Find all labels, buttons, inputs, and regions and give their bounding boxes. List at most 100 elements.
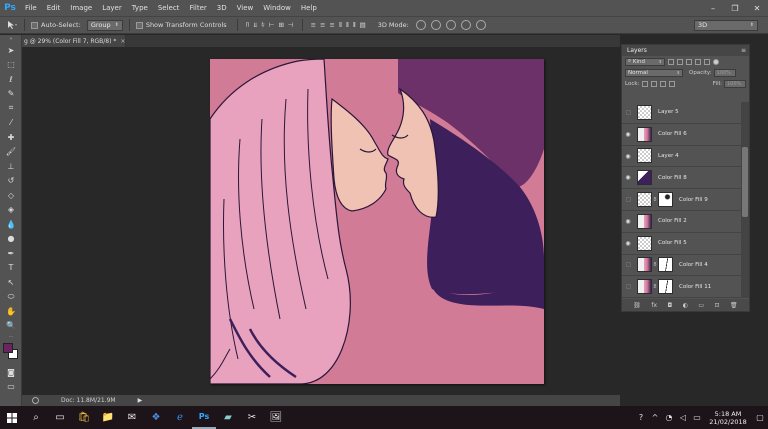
lock-all-icon[interactable] [669,80,676,87]
notes-icon[interactable]: ▰ [216,406,240,429]
battery-icon[interactable]: ▭ [690,406,704,429]
filter-adjustment-icon[interactable] [677,58,683,65]
menu-file[interactable]: File [20,0,42,16]
eyedropper-tool-icon[interactable]: ⁄ [0,116,22,131]
document-tab[interactable]: g @ 29% (Color Fill 7, RGB/8) * × [22,35,126,47]
distribute-vcenter-icon[interactable]: ≡ [320,21,325,29]
distribute-hcenter-icon[interactable]: ⦀ [346,21,349,30]
marquee-tool-icon[interactable]: ⬚ [0,58,22,73]
layer-row[interactable]: 8 Color Fill 9 [622,189,742,211]
menu-image[interactable]: Image [65,0,97,16]
status-menu-arrow-icon[interactable]: ▶ [138,397,143,404]
dropbox-icon[interactable]: ❖ [144,406,168,429]
dodge-tool-icon[interactable]: ● [0,232,22,247]
align-hcenter-icon[interactable]: ⊞ [278,21,283,29]
path-selection-tool-icon[interactable]: ↖ [0,275,22,290]
volume-icon[interactable]: ◁ [676,406,690,429]
panel-menu-icon[interactable]: ≡ [741,47,746,54]
distribute-left-icon[interactable]: ⦀ [339,21,342,30]
layer-row[interactable]: ◉ Layer 4 [622,145,742,168]
edge-icon[interactable]: ℯ [168,406,192,429]
menu-window[interactable]: Window [258,0,296,16]
type-tool-icon[interactable]: T [0,261,22,276]
move-tool-icon[interactable]: ➤ [0,43,22,58]
restore-button[interactable]: ❐ [724,0,746,16]
filter-pixel-icon[interactable] [668,58,674,65]
filter-smart-object-icon[interactable] [704,58,710,65]
layer-row[interactable]: ◉ Color Fill 6 [622,123,742,146]
tools-collapse-icon[interactable]: » [0,35,22,43]
eye-icon[interactable]: ◉ [622,124,634,145]
crop-tool-icon[interactable]: ⌗ [0,101,22,116]
auto-select-target[interactable]: Group ⬍ [86,19,123,31]
eye-icon[interactable]: ◉ [622,146,634,167]
filter-type-icon[interactable] [686,58,692,65]
roll-3d-icon[interactable] [430,20,441,30]
layers-tab[interactable]: Layers [625,47,649,54]
workspace-switcher[interactable]: 3D ⬍ [694,19,758,31]
align-top-icon[interactable]: ⫪ [246,21,250,30]
scale-3d-icon[interactable] [475,20,486,30]
mail-icon[interactable]: ✉ [120,406,144,429]
document-tab-close-icon[interactable]: × [120,38,125,45]
eye-hidden-icon[interactable] [622,189,634,210]
filter-shape-icon[interactable] [695,58,701,65]
layer-row[interactable]: ◉ Color Fill 2 [622,210,742,233]
menu-filter[interactable]: Filter [184,0,211,16]
scrollbar-thumb[interactable] [742,147,748,217]
align-left-icon[interactable]: ⊢ [269,21,275,29]
menu-type[interactable]: Type [127,0,153,16]
history-brush-tool-icon[interactable]: ↺ [0,174,22,189]
layer-style-icon[interactable]: fx [651,302,657,309]
auto-align-icon[interactable]: ▤ [360,21,366,29]
slide-3d-icon[interactable] [460,20,471,30]
layer-row[interactable]: Layer 5 [622,102,742,124]
distribute-top-icon[interactable]: ≡ [311,21,316,29]
distribute-right-icon[interactable]: ⦀ [353,21,356,30]
eye-hidden-icon[interactable] [622,254,634,275]
eye-hidden-icon[interactable] [622,102,634,123]
align-vcenter-icon[interactable]: ⫫ [253,21,257,30]
workspace-dropdown[interactable]: 3D ⬍ [694,19,758,31]
rotate-3d-icon[interactable] [415,20,426,30]
shape-tool-icon[interactable]: ⬭ [0,290,22,305]
doc-size-info[interactable]: Doc: 11.8M/21.9M [61,397,116,404]
align-right-icon[interactable]: ⊣ [288,21,294,29]
auto-select-toggle[interactable]: Auto-Select: [31,21,81,29]
notifications-up-icon[interactable]: ^ [648,406,662,429]
menu-select[interactable]: Select [153,0,185,16]
show-transform-checkbox[interactable] [135,21,143,29]
foreground-color-swatch[interactable] [3,343,13,353]
drag-3d-icon[interactable] [445,20,456,30]
menu-edit[interactable]: Edit [42,0,66,16]
layer-mask-thumbnail[interactable] [658,279,673,295]
new-layer-icon[interactable]: ⊡ [715,302,720,309]
hand-tool-icon[interactable]: ✋ [0,304,22,319]
delete-layer-icon[interactable]: 🗑 [730,302,738,309]
new-adjustment-icon[interactable]: ◐ [683,302,688,309]
lock-pixels-icon[interactable] [651,80,658,87]
eraser-tool-icon[interactable]: ◇ [0,188,22,203]
move-tool-preset[interactable] [6,20,18,30]
pen-tool-icon[interactable]: ✒ [0,246,22,261]
auto-select-dropdown[interactable]: Group ⬍ [86,19,123,31]
menu-3d[interactable]: 3D [212,0,232,16]
auto-select-checkbox[interactable] [31,21,38,29]
screen-mode-icon[interactable]: ▭ [0,380,22,395]
new-group-icon[interactable]: ▭ [698,302,704,309]
blur-tool-icon[interactable]: 💧 [0,217,22,232]
zoom-level-icon[interactable] [32,397,39,404]
layer-mask-thumbnail[interactable] [658,257,673,273]
lock-position-icon[interactable] [660,80,667,87]
layer-row[interactable]: ◉ Color Fill 5 [622,232,742,255]
lock-transparent-icon[interactable] [642,80,649,87]
eye-hidden-icon[interactable] [622,276,634,297]
menu-layer[interactable]: Layer [97,0,127,16]
wifi-icon[interactable]: ◔ [662,406,676,429]
layer-row[interactable]: ◉ Color Fill 8 [622,167,742,190]
eye-icon[interactable]: ◉ [622,233,634,254]
clone-stamp-tool-icon[interactable]: ⊥ [0,159,22,174]
search-icon[interactable]: ⌕ [24,406,48,429]
task-view-icon[interactable]: ▭ [48,406,72,429]
eye-icon[interactable]: ◉ [622,211,634,232]
